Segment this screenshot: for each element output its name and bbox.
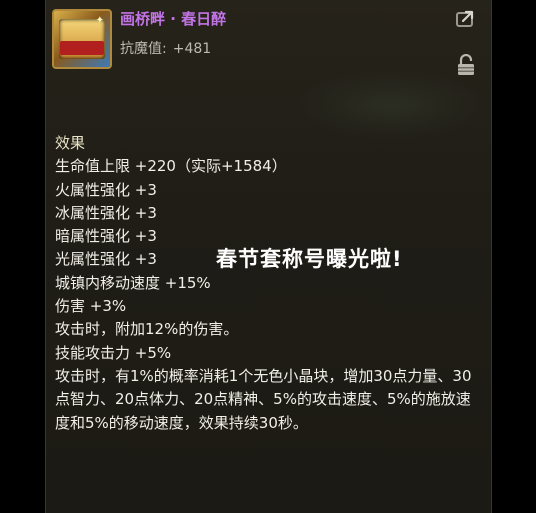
title-badge-icon: ✦ <box>52 9 112 69</box>
effect-line: 火属性强化 +3 <box>55 180 157 199</box>
effect-line: 城镇内移动速度 +15% <box>55 273 211 292</box>
magic-resist-label: 抗魔值: <box>120 41 167 57</box>
badge-ribbon <box>60 41 104 55</box>
magic-resist-stat: 抗魔值: +481 <box>120 38 211 58</box>
sparkle-icon: ✦ <box>95 15 104 26</box>
effects-section: 效果 生命值上限 +220（实际+1584） 火属性强化 +3 冰属性强化 +3… <box>55 132 485 435</box>
effect-line: 生命值上限 +220（实际+1584） <box>55 157 287 176</box>
effects-title: 效果 <box>55 134 86 152</box>
lock-icon[interactable] <box>456 54 476 76</box>
effect-line: 冰属性强化 +3 <box>55 203 157 222</box>
item-name: 画桥畔 · 春日醉 <box>120 10 227 28</box>
effect-proc-text: 攻击时，有1%的概率消耗1个无色小晶块，增加30点力量、30点智力、20点体力、… <box>55 366 472 432</box>
share-icon[interactable] <box>456 10 476 28</box>
effect-line: 技能攻击力 +5% <box>55 343 172 362</box>
effect-line: 攻击时，附加12%的伤害。 <box>55 320 239 339</box>
effect-line: 伤害 +3% <box>55 297 127 316</box>
magic-resist-value: +481 <box>172 41 212 57</box>
overlay-caption: 春节套称号曝光啦! <box>216 247 403 271</box>
